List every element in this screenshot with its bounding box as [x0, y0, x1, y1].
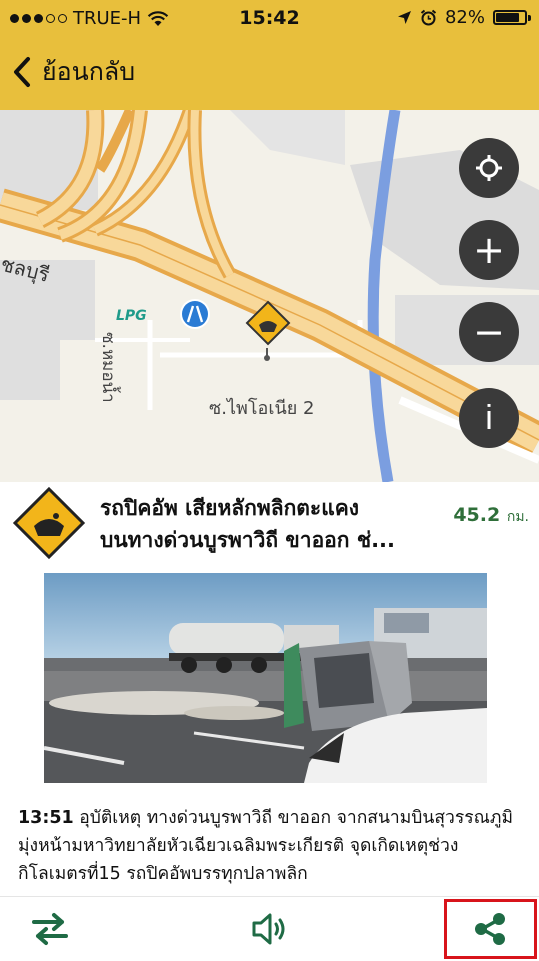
swap-route-icon	[32, 913, 68, 945]
incident-panel: รถปิคอัพ เสียหลักพลิกตะแคง บนทางด่วนบูรพ…	[0, 482, 539, 896]
map-view[interactable]: -ชลบุรี LPG ซ.หมอน้ำ ซ.ไพโอเนีย 2 + − i	[0, 110, 539, 482]
lpg-label: LPG	[116, 308, 147, 324]
nav-bar: ย้อนกลับ	[0, 36, 539, 110]
zoom-in-button[interactable]: +	[459, 220, 519, 280]
incident-distance: 45.2 กม.	[453, 504, 529, 528]
incident-photo[interactable]	[44, 573, 487, 783]
incident-description: 13:51 อุบัติเหตุ ทางด่วนบูรพาวิถี ขาออก …	[18, 804, 523, 888]
distance-value: 45.2	[453, 504, 501, 526]
location-arrow-icon	[397, 11, 411, 24]
locate-button[interactable]	[459, 138, 519, 198]
bottom-toolbar	[0, 896, 539, 961]
zoom-in-icon: +	[473, 228, 505, 272]
battery-percent: 82%	[444, 7, 485, 28]
share-highlight-box	[444, 899, 537, 959]
incident-photo-image	[44, 573, 487, 783]
sound-button[interactable]	[240, 897, 300, 961]
chevron-left-icon	[14, 57, 30, 87]
road-label-mo-nam: ซ.หมอน้ำ	[98, 332, 118, 403]
route-swap-button[interactable]	[20, 897, 80, 961]
status-right: 82%	[397, 7, 531, 28]
info-button[interactable]: i	[459, 388, 519, 448]
incident-description-text: อุบัติเหตุ ทางด่วนบูรพาวิถี ขาออก จากสนา…	[18, 808, 513, 884]
back-button[interactable]: ย้อนกลับ	[12, 52, 135, 92]
zoom-out-button[interactable]: −	[459, 302, 519, 362]
incident-title: รถปิคอัพ เสียหลักพลิกตะแคง บนทางด่วนบูรพ…	[100, 496, 396, 552]
zoom-out-icon: −	[473, 310, 505, 354]
status-bar: TRUE-H 15:42 82%	[0, 0, 539, 36]
distance-unit: กม.	[506, 509, 529, 525]
battery-level	[496, 13, 519, 22]
incident-time: 13:51	[18, 808, 74, 828]
speaker-icon	[252, 913, 285, 945]
back-label: ย้อนกลับ	[42, 57, 136, 86]
battery-icon	[493, 10, 531, 25]
locate-icon	[476, 155, 502, 181]
road-label-pioneer: ซ.ไพโอเนีย 2	[209, 398, 315, 419]
info-icon: i	[485, 399, 493, 437]
alarm-icon	[420, 9, 437, 26]
incident-warning-icon	[12, 486, 86, 560]
